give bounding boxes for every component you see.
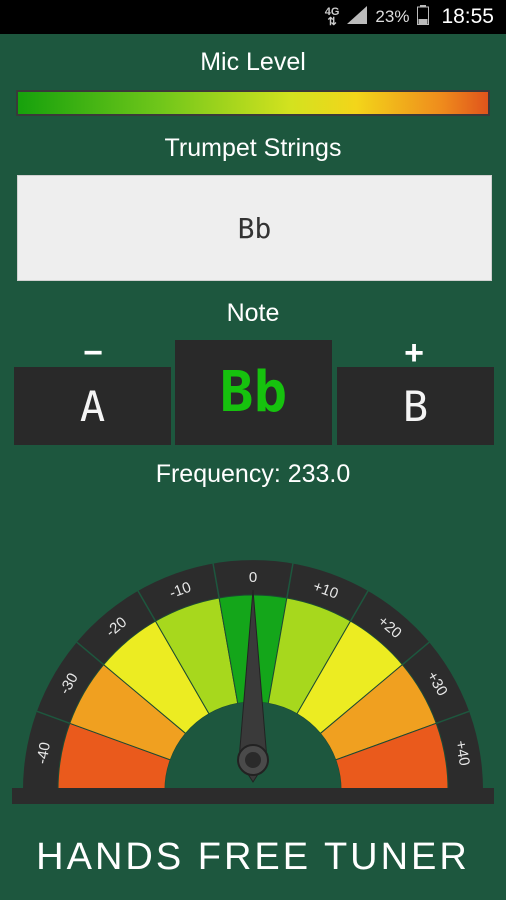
note-label: Note (226, 299, 280, 327)
needle-pivot-cap (245, 752, 261, 768)
frequency-readout: Frequency: 233.0 (155, 460, 351, 488)
app-title: HANDS FREE TUNER (36, 836, 470, 878)
strings-label: Trumpet Strings (164, 134, 342, 162)
battery-percent: 23% (375, 7, 410, 26)
status-bar: 4G ⇅ 23% 18:55 (0, 0, 506, 34)
string-selector[interactable]: Bb (17, 175, 492, 281)
previous-note: A (79, 381, 106, 431)
signal-icon (347, 5, 368, 29)
tuning-gauge: -40-30-20-100+10+20+30+40 (12, 560, 494, 804)
mic-level-bar (16, 90, 490, 116)
current-note-box: Bb (175, 340, 332, 445)
gauge-tick-label: 0 (249, 569, 257, 586)
clock: 18:55 (441, 5, 494, 28)
previous-note-box: A (14, 367, 171, 445)
mic-level-label: Mic Level (200, 48, 306, 76)
string-selector-value: Bb (237, 211, 272, 245)
gauge-base (12, 788, 494, 804)
next-note: B (402, 381, 429, 431)
network-type-indicator: 4G ⇅ (324, 6, 340, 28)
current-note: Bb (219, 360, 288, 425)
next-note-box: B (337, 367, 494, 445)
battery-icon (417, 4, 430, 30)
